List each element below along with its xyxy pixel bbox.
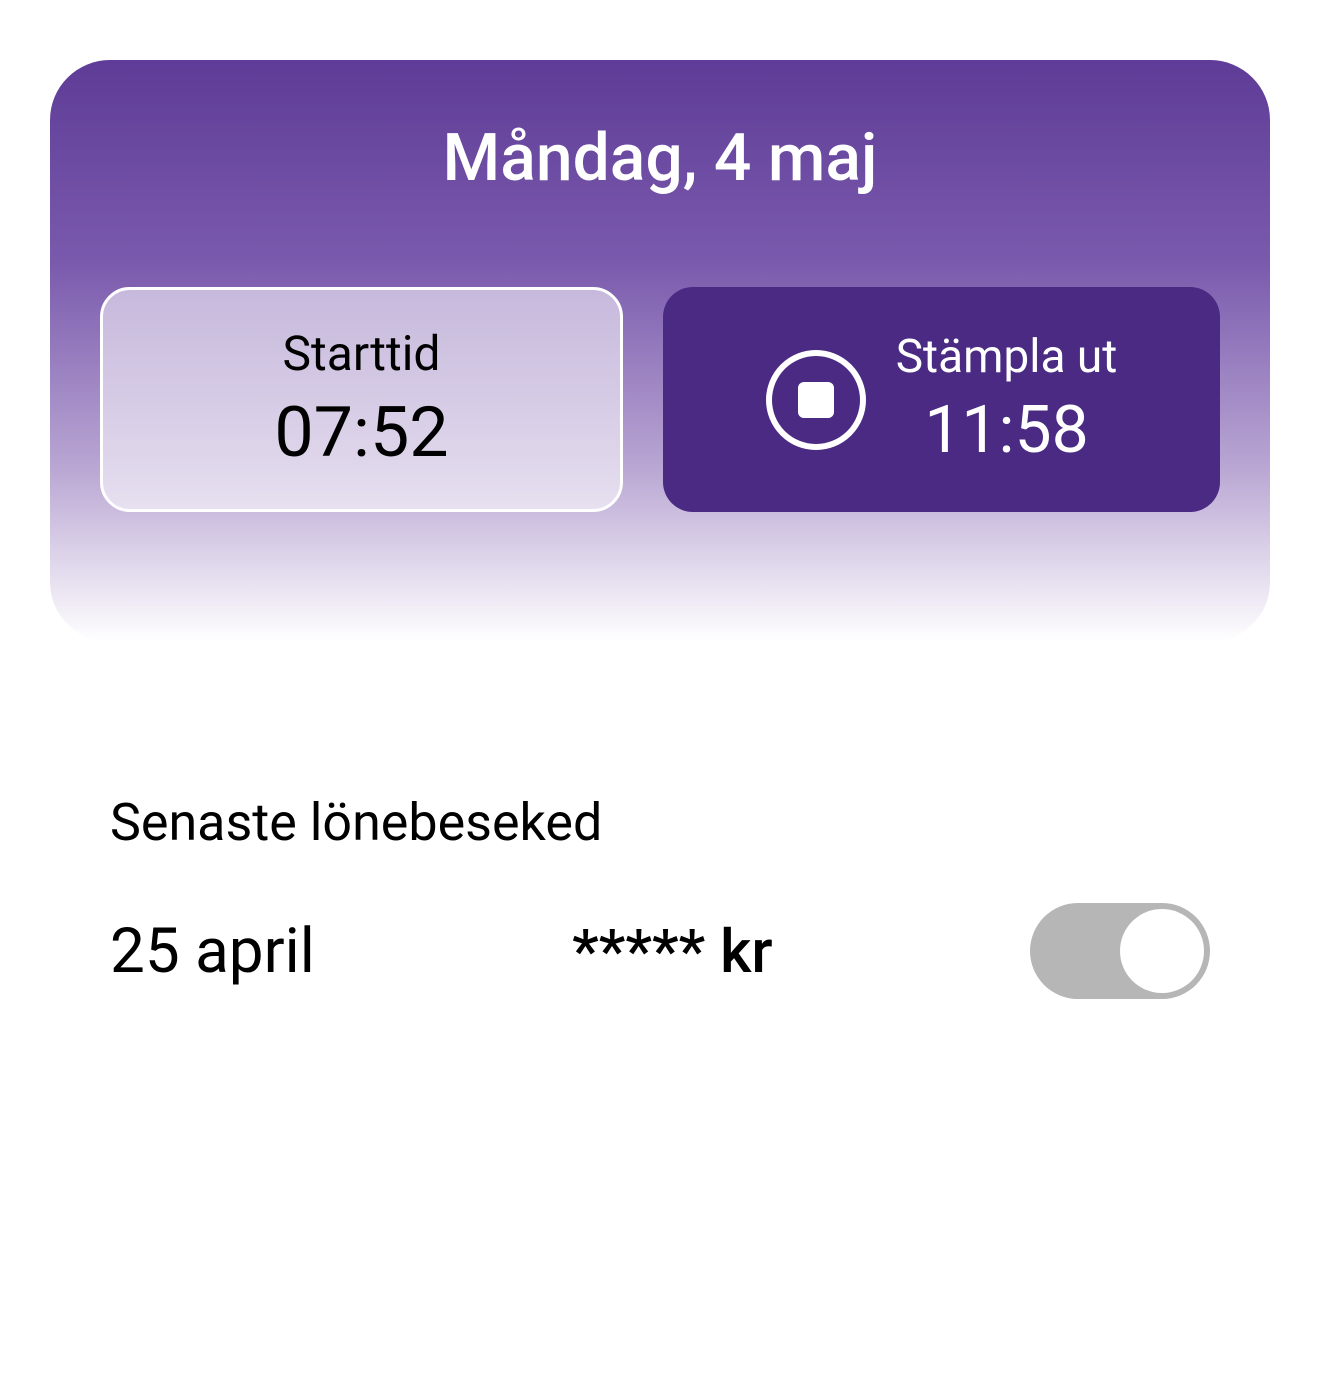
payslip-date: 25 april: [110, 915, 315, 988]
payslip-amount: ***** kr: [572, 916, 772, 987]
amount-visibility-toggle[interactable]: [1030, 903, 1210, 999]
toggle-knob: [1120, 909, 1204, 993]
time-row: Starttid 07:52 Stämpla ut 11:58: [100, 287, 1220, 512]
punch-out-label: Stämpla ut: [896, 330, 1118, 384]
punch-out-time: 11:58: [924, 392, 1088, 469]
payslip-row: 25 april ***** kr: [110, 903, 1210, 999]
payslip-section: Senaste lönebeseked 25 april ***** kr: [50, 792, 1270, 999]
time-card: Måndag, 4 maj Starttid 07:52 Stämpla ut …: [50, 60, 1270, 642]
start-time-label: Starttid: [283, 325, 441, 382]
start-time-box: Starttid 07:52: [100, 287, 623, 512]
punch-out-text: Stämpla ut 11:58: [896, 330, 1118, 469]
start-time-value: 07:52: [274, 392, 448, 474]
payslip-heading: Senaste lönebeseked: [110, 792, 1210, 853]
date-title: Måndag, 4 maj: [100, 120, 1220, 197]
stop-icon: [766, 350, 866, 450]
punch-out-button[interactable]: Stämpla ut 11:58: [663, 287, 1220, 512]
